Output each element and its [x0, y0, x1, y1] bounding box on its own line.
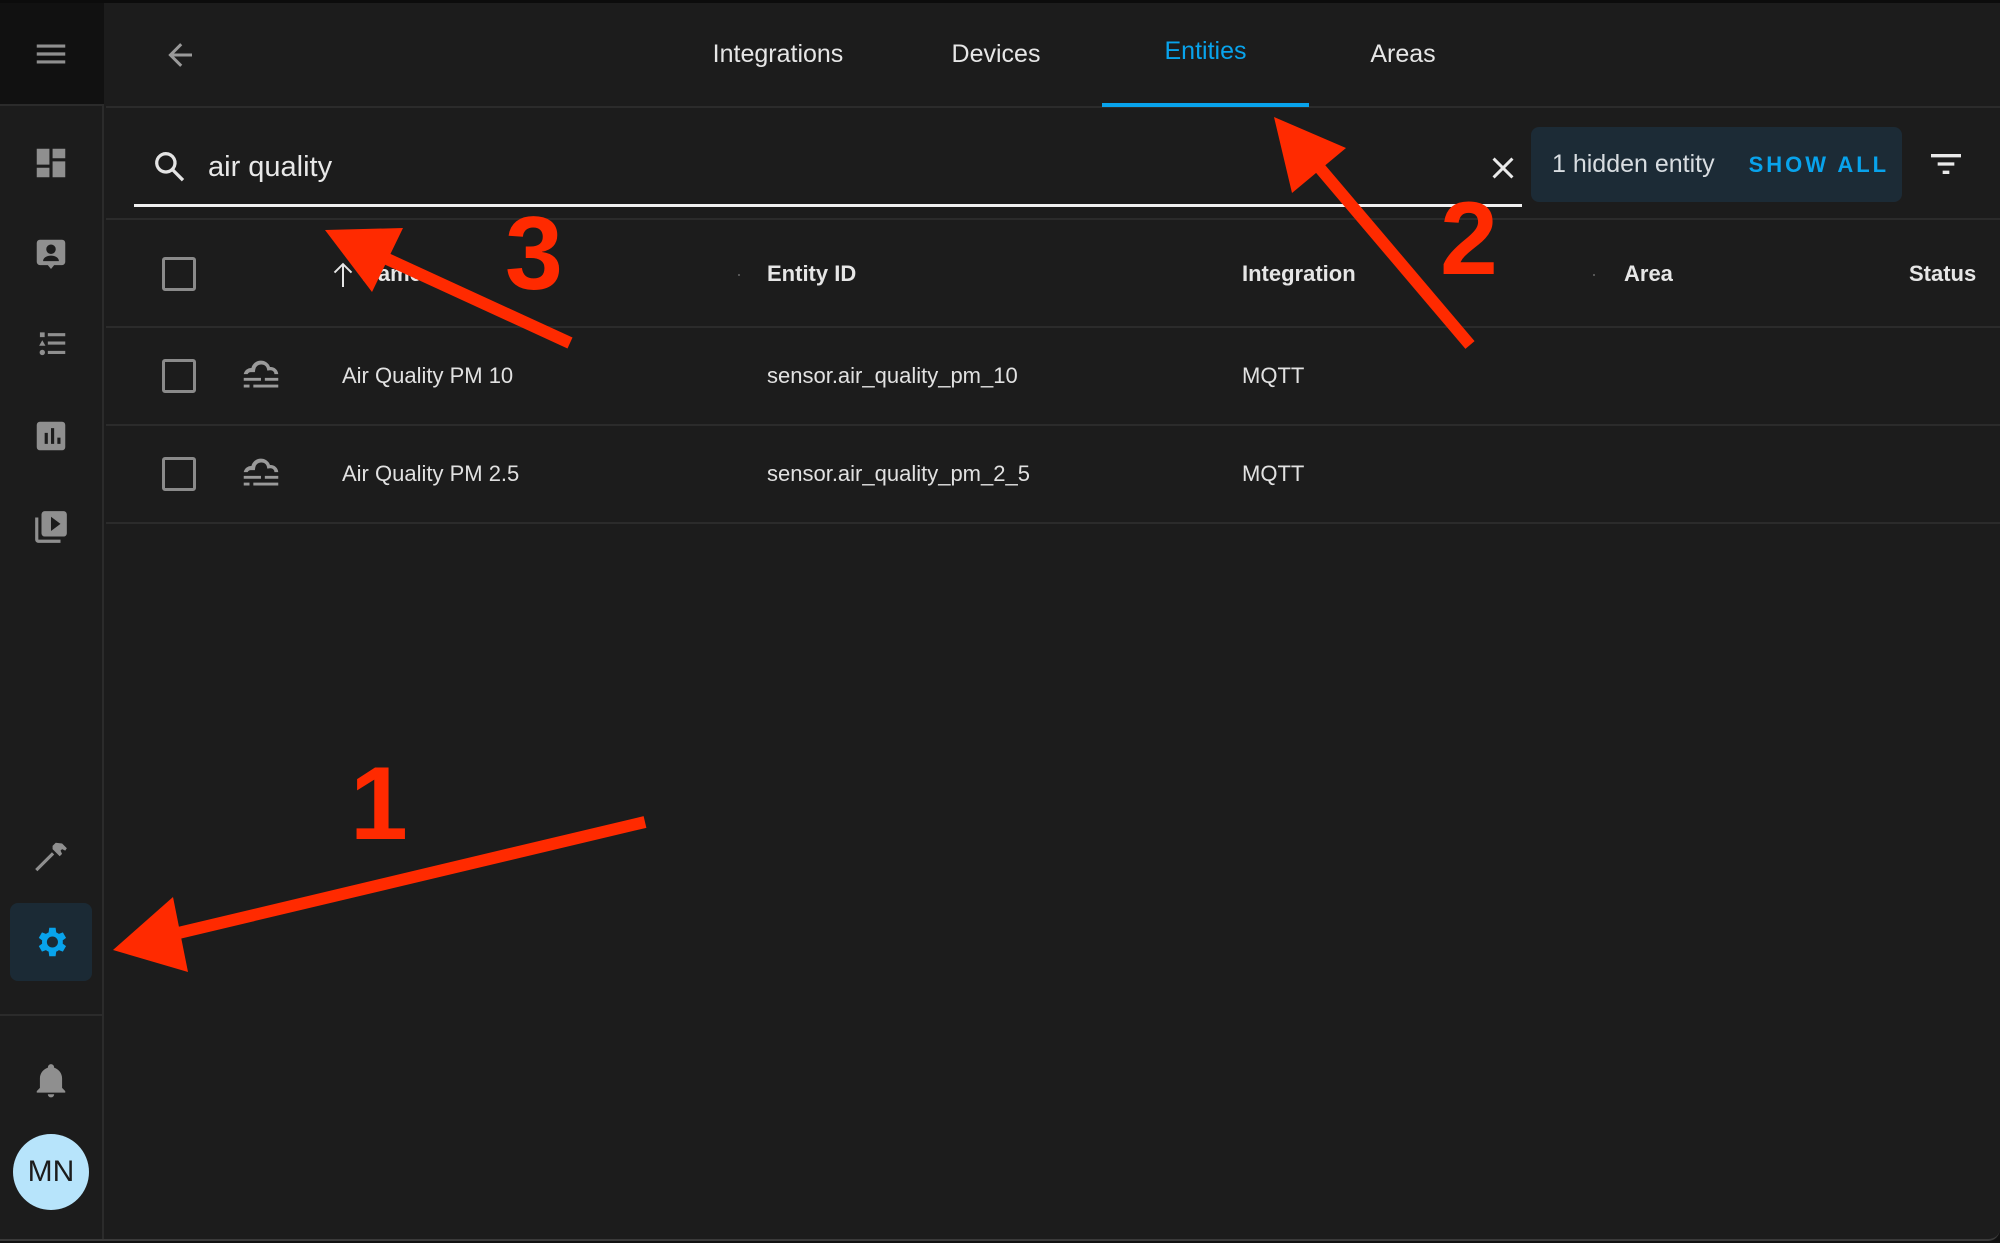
sidebar-divider	[0, 1014, 104, 1016]
entity-name: Air Quality PM 10	[342, 363, 514, 388]
row-checkbox[interactable]	[162, 359, 196, 393]
sort-ascending-icon	[332, 261, 354, 287]
filter-button[interactable]	[1924, 142, 1968, 186]
sidebar-item-settings[interactable]	[10, 903, 92, 981]
tab-devices[interactable]: Devices	[936, 3, 1056, 108]
column-resize-handle[interactable]	[1593, 274, 1595, 276]
entity-id: sensor.air_quality_pm_2_5	[767, 461, 1030, 486]
entities-table: Name Entity ID Integration Area Status A…	[106, 222, 2000, 524]
column-header-integration[interactable]: Integration	[1242, 222, 1356, 326]
row-checkbox[interactable]	[162, 457, 196, 491]
play-box-multiple-icon	[35, 511, 67, 543]
sidebar-item-media[interactable]	[10, 488, 92, 566]
search-input-underline	[134, 204, 1522, 207]
weather-hazy-icon	[238, 353, 284, 399]
entity-name: Air Quality PM 2.5	[342, 461, 520, 486]
arrow-left-icon	[168, 43, 192, 67]
active-tab-indicator	[1102, 103, 1309, 107]
back-button[interactable]	[156, 31, 204, 79]
table-row[interactable]: Air Quality PM 10 sensor.air_quality_pm_…	[106, 328, 2000, 426]
annotation-number-2: 2	[1440, 181, 1498, 297]
table-header: Name Entity ID Integration Area Status	[106, 222, 2000, 328]
hidden-entities-banner: 1 hidden entity SHOW ALL	[1531, 127, 1902, 202]
column-header-area[interactable]: Area	[1624, 222, 1673, 326]
chart-box-icon	[36, 421, 66, 451]
tab-integrations[interactable]: Integrations	[688, 3, 868, 108]
hidden-entity-count: 1 hidden entity	[1552, 150, 1715, 178]
search-icon	[150, 147, 190, 187]
notifications-button[interactable]	[10, 1041, 92, 1119]
cog-icon	[38, 927, 67, 957]
entity-integration: MQTT	[1242, 461, 1305, 486]
table-row[interactable]: Air Quality PM 2.5 sensor.air_quality_pm…	[106, 426, 2000, 524]
column-header-entity-id[interactable]: Entity ID	[767, 222, 856, 326]
top-bar: Integrations Devices Entities Areas	[106, 3, 2000, 108]
account-box-icon	[36, 239, 66, 270]
filter-variant-icon	[1931, 154, 1961, 174]
entity-integration: MQTT	[1242, 363, 1305, 388]
sidebar-header	[0, 3, 104, 106]
hammer-icon	[35, 842, 67, 872]
column-resize-handle[interactable]	[738, 274, 740, 276]
column-header-status[interactable]: Status	[1909, 222, 1976, 326]
sidebar-item-developer-tools[interactable]	[10, 818, 92, 896]
dashboard-icon	[36, 148, 66, 178]
annotation-number-3: 3	[505, 196, 563, 312]
column-label: Name	[362, 261, 422, 286]
tab-areas[interactable]: Areas	[1346, 3, 1460, 108]
sidebar: MN	[0, 3, 104, 1239]
menu-button[interactable]	[10, 15, 92, 93]
bell-icon	[36, 1064, 66, 1098]
user-avatar[interactable]: MN	[13, 1134, 89, 1210]
sidebar-item-history[interactable]	[10, 397, 92, 475]
column-header-name[interactable]: Name	[332, 222, 422, 326]
entity-id: sensor.air_quality_pm_10	[767, 363, 1018, 388]
sidebar-item-person[interactable]	[10, 215, 92, 293]
tab-entities[interactable]: Entities	[1102, 3, 1309, 108]
hamburger-menu-icon	[36, 44, 66, 64]
show-all-button[interactable]: SHOW ALL	[1749, 152, 1890, 178]
search-toolbar: 1 hidden entity SHOW ALL	[106, 110, 2000, 220]
annotation-number-1: 1	[350, 746, 408, 862]
search-input[interactable]	[208, 143, 1458, 191]
app-window: MN Integrations Devices Entities Areas 1…	[0, 3, 2000, 1241]
weather-hazy-icon	[238, 451, 284, 497]
sidebar-item-logbook[interactable]	[10, 306, 92, 384]
sidebar-item-overview[interactable]	[10, 124, 92, 202]
format-list-bulleted-type-icon	[39, 332, 66, 356]
select-all-checkbox[interactable]	[162, 257, 196, 291]
